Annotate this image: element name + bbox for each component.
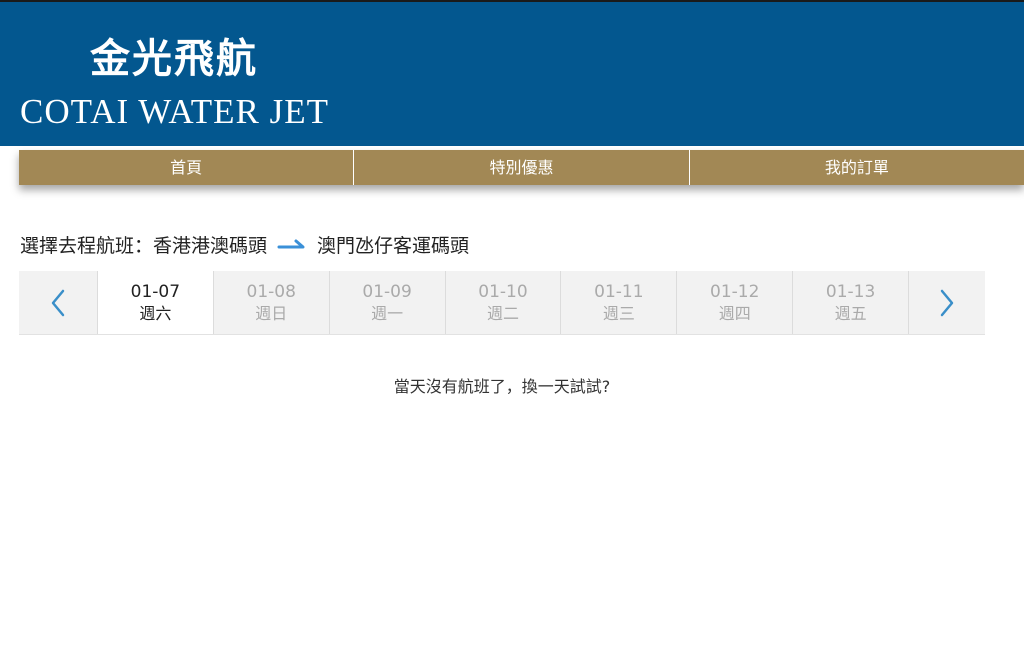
date-tab-weekday: 週二 [486, 303, 519, 323]
date-tab-weekday: 週四 [718, 303, 751, 323]
route-from: 香港港澳碼頭 [153, 234, 268, 257]
date-tab[interactable]: 01-11 週三 [560, 271, 676, 334]
date-tab[interactable]: 01-12 週四 [676, 271, 792, 334]
route-heading: 選擇去程航班： 香港港澳碼頭 澳門氹仔客運碼頭 [20, 231, 469, 257]
date-tab-date: 01-12 [710, 281, 760, 302]
date-tab[interactable]: 01-13 週五 [792, 271, 908, 334]
date-tab[interactable]: 01-09 週一 [328, 271, 445, 334]
date-tab-date: 01-07 [130, 281, 181, 302]
no-sailings-message: 當天沒有航班了，換一天試試? [393, 377, 611, 396]
site-header: 金光飛航 COTAI WATER JET [0, 0, 1024, 146]
nav-special-offers[interactable]: 特別優惠 [354, 150, 688, 185]
chevron-right-icon [940, 289, 954, 316]
date-tab-date: 01-11 [594, 281, 644, 302]
date-selector: 01-07 週六 01-08 週日 01-09 週一 01-10 週二 01-1… [19, 271, 985, 335]
date-tab[interactable]: 01-07 週六 [96, 271, 213, 334]
route-to: 澳門氹仔客運碼頭 [317, 234, 470, 257]
date-tab-date: 01-13 [825, 281, 876, 302]
date-tab-weekday: 週日 [255, 303, 288, 323]
chevron-left-icon [51, 289, 65, 316]
prev-dates-button[interactable] [19, 271, 97, 334]
date-tab-date: 01-08 [246, 281, 296, 302]
logo-chinese[interactable]: 金光飛航 [90, 26, 258, 84]
date-tab[interactable]: 01-08 週日 [212, 271, 329, 334]
route-arrow-icon [277, 238, 307, 250]
main-nav: 首頁 特別優惠 我的訂單 [19, 150, 1024, 185]
date-tab-weekday: 週三 [602, 303, 635, 323]
logo-english[interactable]: COTAI WATER JET [20, 92, 329, 132]
date-tab-weekday: 週一 [371, 303, 404, 323]
date-tab-date: 01-10 [478, 281, 528, 302]
next-dates-button[interactable] [908, 271, 985, 334]
date-tab-weekday: 週六 [139, 303, 172, 323]
date-tab[interactable]: 01-10 週二 [444, 271, 561, 334]
nav-my-orders[interactable]: 我的訂單 [690, 150, 1024, 185]
date-tab-weekday: 週五 [834, 303, 867, 323]
date-tab-date: 01-09 [362, 281, 412, 302]
route-prefix: 選擇去程航班： [20, 234, 154, 257]
nav-home[interactable]: 首頁 [19, 150, 353, 185]
